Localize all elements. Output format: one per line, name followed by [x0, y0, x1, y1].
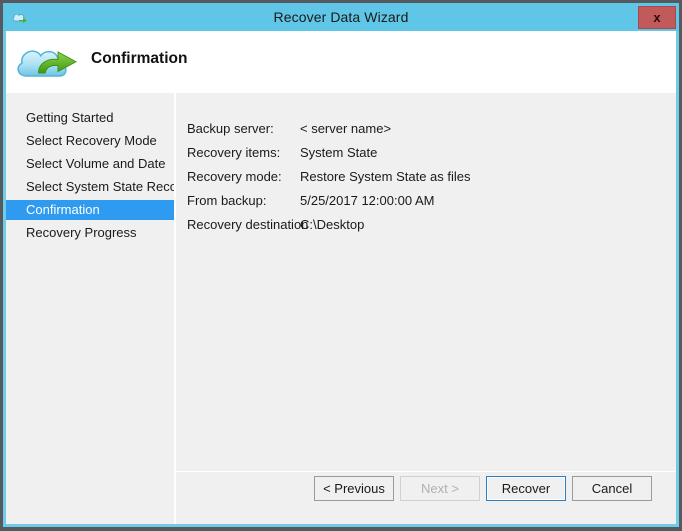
sidebar-item-recovery-progress[interactable]: Recovery Progress — [6, 223, 174, 243]
wizard-header: Confirmation — [6, 31, 676, 93]
detail-label: Recovery destination — [187, 217, 309, 232]
sidebar-item-select-system-state-recovery[interactable]: Select System State Reco... — [6, 177, 188, 197]
previous-button[interactable]: < Previous — [314, 476, 394, 501]
wizard-step-list: Getting Started Select Recovery Mode Sel… — [6, 93, 188, 524]
window-title: Recover Data Wizard — [273, 9, 409, 25]
recover-button[interactable]: Recover — [486, 476, 566, 501]
sidebar-item-select-volume-and-date[interactable]: Select Volume and Date — [6, 154, 174, 174]
sidebar-item-confirmation[interactable]: Confirmation — [6, 200, 174, 220]
cloud-recovery-icon — [13, 37, 79, 85]
detail-label: From backup: — [187, 193, 267, 208]
detail-label: Recovery items: — [187, 145, 281, 160]
sidebar-item-getting-started[interactable]: Getting Started — [6, 108, 174, 128]
sidebar-item-select-recovery-mode[interactable]: Select Recovery Mode — [6, 131, 174, 151]
detail-value: Restore System State as files — [300, 169, 471, 184]
next-button: Next > — [400, 476, 480, 501]
cancel-button[interactable]: Cancel — [572, 476, 652, 501]
detail-label: Backup server: — [187, 121, 274, 136]
detail-label: Recovery mode: — [187, 169, 282, 184]
confirmation-details: Backup server: < server name> Recovery i… — [176, 93, 676, 471]
wizard-footer: < Previous Next > Recover Cancel — [176, 472, 676, 524]
page-title: Confirmation — [91, 50, 188, 67]
detail-value: < server name> — [300, 121, 392, 136]
wizard-body: Getting Started Select Recovery Mode Sel… — [6, 93, 676, 524]
detail-value: System State — [300, 145, 378, 160]
detail-value: 5/25/2017 12:00:00 AM — [300, 193, 435, 208]
wizard-window: Recover Data Wizard x Confirmation Getti… — [0, 0, 682, 531]
close-icon[interactable]: x — [638, 6, 676, 29]
title-bar: Recover Data Wizard x — [3, 3, 679, 31]
detail-value: C:\Desktop — [300, 217, 365, 232]
